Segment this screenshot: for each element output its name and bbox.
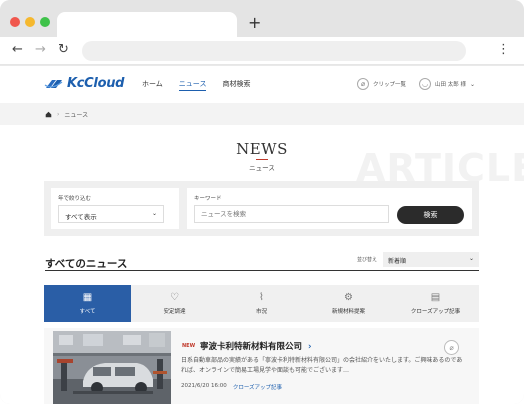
clip-list-link[interactable]: ⌀ クリップ一覧	[357, 78, 406, 90]
article-thumbnail[interactable]	[53, 331, 171, 404]
paperclip-icon: ⌀	[357, 78, 369, 90]
all-grid-icon: ▦	[82, 291, 93, 303]
browser-menu-icon[interactable]: ⋮	[497, 42, 510, 57]
clip-list-label: クリップ一覧	[373, 82, 407, 88]
tab-label: 安定調達	[163, 308, 186, 315]
breadcrumb-separator-icon: ›	[57, 111, 60, 118]
page-title: NEWS	[236, 140, 288, 158]
forward-arrow-icon[interactable]: →	[35, 42, 46, 58]
tab-label: クローズアップ記事	[410, 308, 461, 315]
search-button[interactable]: 検索	[397, 206, 464, 224]
new-tab-button[interactable]: +	[248, 14, 261, 32]
category-tabs: ▦ すべて ♡ 安定調達 ⌇ 市況 ⚙ 新規材料提案 ▤ クローズアップ記事	[44, 285, 479, 322]
nav-item-news[interactable]: ニュース	[178, 79, 207, 91]
page-subtitle: ニュース	[249, 164, 275, 172]
user-avatar-icon: ◡	[419, 78, 431, 90]
site-logo[interactable]: KcCloud	[44, 76, 124, 91]
nav-item-product-search[interactable]: 商材検索	[222, 79, 250, 91]
article-date: 2021/6/20 16:00	[181, 383, 227, 389]
minimize-window-dot[interactable]	[25, 17, 35, 27]
title-underline	[256, 159, 268, 160]
year-filter-box: 年で絞り込む すべて表示 ⌄	[51, 188, 179, 229]
tab-label: 新規材料提案	[331, 308, 365, 315]
global-nav: ホーム ニュース 商材検索	[142, 79, 250, 91]
year-select[interactable]: すべて表示 ⌄	[58, 205, 164, 223]
article-title: 寧波卡利特新材料有限公司	[200, 342, 303, 352]
tab-stable-supply[interactable]: ♡ 安定調達	[131, 285, 218, 322]
browser-toolbar: ← → ↻ ⋮	[0, 37, 524, 65]
article-meta: 2021/6/20 16:00 クローズアップ記事	[181, 383, 282, 391]
chevron-down-icon: ⌄	[470, 80, 476, 88]
keyword-label: キーワード	[194, 196, 222, 202]
logo-mark-icon	[44, 79, 63, 88]
year-filter-label: 年で絞り込む	[58, 196, 92, 202]
site-header: KcCloud ホーム ニュース 商材検索 ⌀ クリップ一覧 ◡ 山田 太郎 様…	[0, 66, 524, 103]
home-icon[interactable]	[45, 111, 52, 118]
tab-label: すべて	[79, 308, 96, 315]
breadcrumb-current: ニュース	[64, 112, 89, 119]
filter-panel: 年で絞り込む すべて表示 ⌄ キーワード 検索	[44, 181, 479, 236]
chevron-down-icon: ⌄	[151, 210, 157, 217]
breadcrumb: › ニュース	[45, 110, 88, 119]
address-bar[interactable]	[82, 41, 466, 61]
breadcrumb-bar: › ニュース	[0, 103, 524, 125]
new-badge: NEW	[182, 343, 196, 349]
tab-label: 市況	[255, 308, 267, 315]
news-card[interactable]: NEW 寧波卡利特新材料有限公司 › 日系自動車部品の実績がある「寧波卡利特新材…	[44, 328, 479, 404]
tab-closeup[interactable]: ▤ クローズアップ記事	[392, 285, 479, 322]
section-divider	[45, 270, 479, 271]
clip-button[interactable]: ⌀	[444, 340, 459, 355]
close-window-dot[interactable]	[10, 17, 20, 27]
factory-photo-image	[53, 331, 171, 404]
user-name: 山田 太郎 様	[435, 82, 466, 88]
logo-text: KcCloud	[67, 76, 125, 91]
article-doc-icon: ▤	[430, 291, 441, 303]
material-hand-icon: ⚙	[344, 291, 353, 303]
paperclip-icon: ⌀	[449, 343, 454, 352]
browser-tab-strip: +	[0, 0, 524, 38]
maximize-window-dot[interactable]	[40, 17, 50, 27]
tab-market[interactable]: ⌇ 市況	[218, 285, 305, 322]
chevron-down-icon: ⌄	[468, 255, 474, 262]
browser-tab[interactable]	[57, 12, 237, 38]
chevron-right-icon: ›	[307, 342, 312, 352]
reload-icon[interactable]: ↻	[58, 42, 69, 58]
keyword-search-input[interactable]	[194, 205, 389, 223]
sort-select-value: 新着順	[388, 258, 407, 265]
web-page: KcCloud ホーム ニュース 商材検索 ⌀ クリップ一覧 ◡ 山田 太郎 様…	[0, 66, 524, 404]
market-chart-icon: ⌇	[259, 291, 264, 303]
article-category-link[interactable]: クローズアップ記事	[233, 383, 282, 391]
tab-new-material[interactable]: ⚙ 新規材料提案	[305, 285, 392, 322]
sort-label: 並び替え	[357, 257, 378, 263]
sort-select[interactable]: 新着順 ⌄	[383, 252, 479, 267]
year-select-value: すべて表示	[65, 213, 97, 221]
back-arrow-icon[interactable]: ←	[12, 42, 23, 58]
article-title-link[interactable]: 寧波卡利特新材料有限公司 ›	[200, 340, 312, 352]
section-title: すべてのニュース	[45, 258, 128, 270]
tab-all[interactable]: ▦ すべて	[44, 285, 131, 322]
nav-item-home[interactable]: ホーム	[142, 79, 163, 91]
article-description: 日系自動車部品の実績がある「寧波卡利特新材料有限公司」の会社紹介をいたします。ご…	[181, 357, 463, 374]
handshake-heart-icon: ♡	[170, 291, 179, 303]
browser-window: + ← → ↻ ⋮ KcCloud ホーム ニュース 商材検索 ⌀ クリップ一覧…	[0, 0, 524, 404]
user-menu[interactable]: ◡ 山田 太郎 様 ⌄	[419, 78, 475, 90]
